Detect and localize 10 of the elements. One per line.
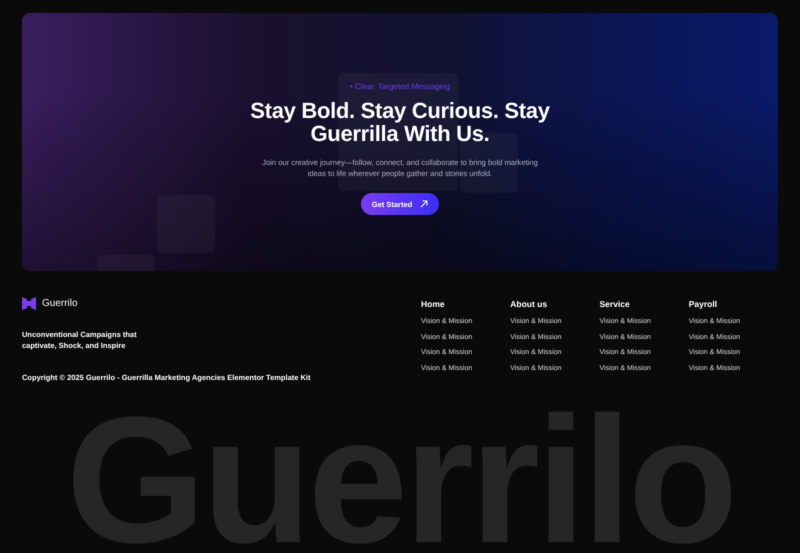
arrow-icon	[420, 200, 428, 208]
decorative-square	[157, 195, 215, 253]
column-heading: Home	[421, 299, 446, 309]
tagline: • Clear, Targeted Messaging	[350, 82, 450, 91]
logo-icon	[22, 297, 36, 310]
column-heading: About us	[510, 299, 548, 309]
column-heading: Payroll	[688, 299, 718, 309]
column-heading: Service	[600, 299, 631, 309]
brand-name: Guerrilo	[42, 298, 78, 309]
hero-title: Stay Bold. Stay Curious. Stay Guerrilla With Us.	[250, 99, 550, 145]
